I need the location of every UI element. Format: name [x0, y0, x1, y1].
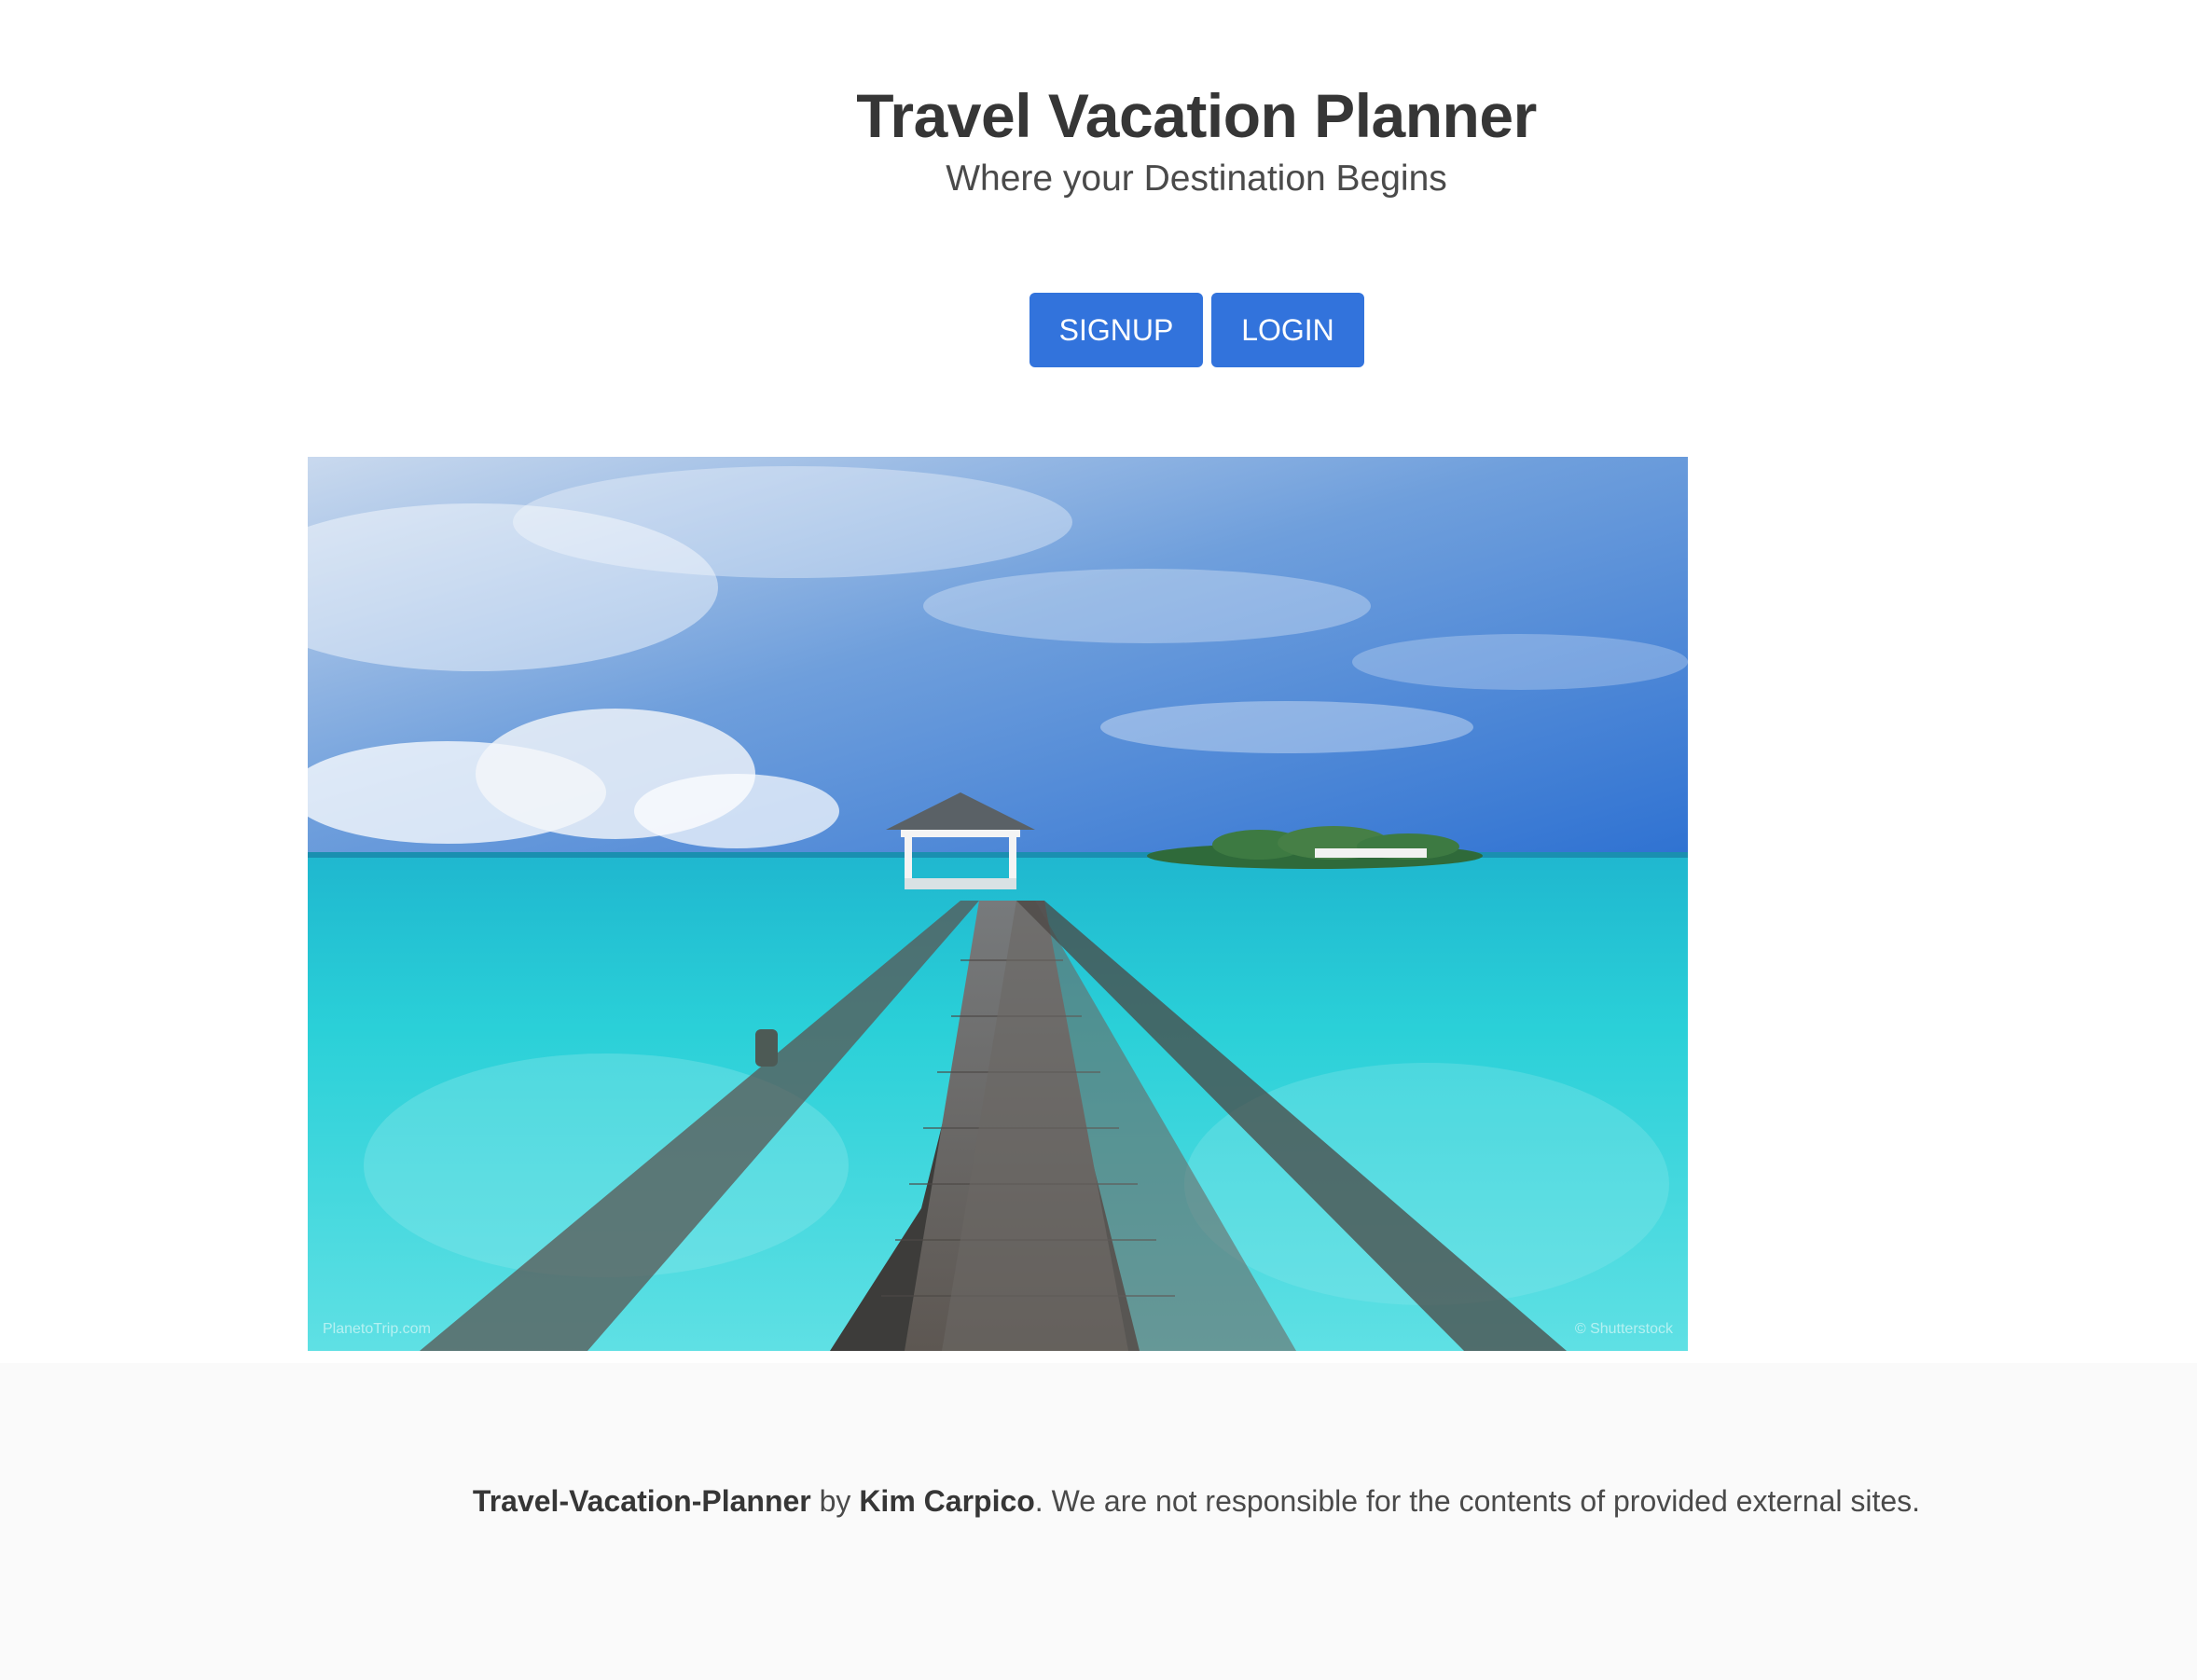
- auth-buttons: SIGNUP LOGIN: [1029, 293, 1364, 367]
- watermark-left: PlanetoTrip.com: [323, 1321, 431, 1337]
- signup-button[interactable]: SIGNUP: [1029, 293, 1203, 367]
- page-title: Travel Vacation Planner: [856, 81, 1537, 150]
- footer-author: Kim Carpico: [859, 1484, 1035, 1518]
- footer: Travel-Vacation-Planner by Kim Carpico. …: [0, 1363, 2197, 1680]
- login-button[interactable]: LOGIN: [1211, 293, 1364, 367]
- footer-by: by: [810, 1484, 860, 1518]
- footer-text: Travel-Vacation-Planner by Kim Carpico. …: [0, 1484, 2197, 1519]
- page: Travel Vacation Planner Where your Desti…: [0, 0, 2197, 1680]
- hero-image: PlanetoTrip.com © Shutterstock: [308, 457, 1688, 1351]
- footer-project-name: Travel-Vacation-Planner: [472, 1484, 811, 1518]
- watermark-right: © Shutterstock: [1575, 1321, 1674, 1337]
- footer-disclaimer: . We are not responsible for the content…: [1034, 1484, 1921, 1518]
- page-subtitle: Where your Destination Begins: [946, 158, 1447, 199]
